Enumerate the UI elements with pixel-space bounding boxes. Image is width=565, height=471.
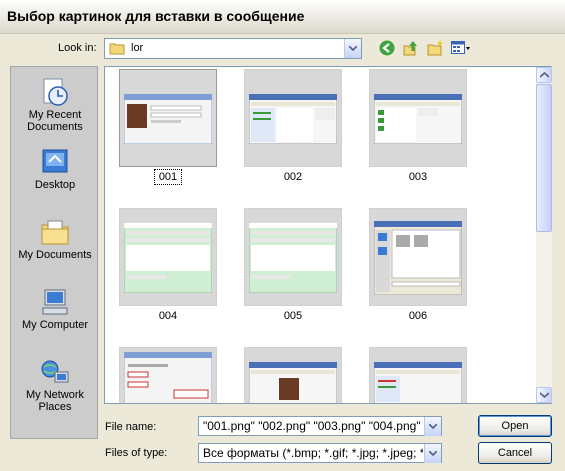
thumbnail-image [374, 221, 462, 295]
thumbnail-frame [244, 347, 342, 403]
thumbnail-frame [369, 208, 467, 306]
file-name-dropdown-button[interactable] [424, 417, 441, 436]
back-arrow-icon [379, 40, 395, 56]
new-folder-button[interactable] [424, 37, 446, 59]
window-title: Выбор картинок для вставки в сообщение [7, 8, 305, 24]
thumbnail-image [124, 352, 212, 403]
vertical-scrollbar[interactable] [536, 67, 552, 403]
file-name: 005 [283, 310, 303, 322]
look-in-dropdown-button[interactable] [344, 39, 361, 58]
place-my-recent-documents[interactable]: My Recent Documents [11, 73, 99, 141]
thumbnail-frame [119, 347, 217, 403]
views-menu-icon [451, 41, 470, 54]
places-bar: My Recent Documents Desktop My Documents… [10, 66, 98, 439]
file-type-label: Files of type: [105, 447, 168, 459]
place-desktop[interactable]: Desktop [11, 143, 99, 211]
thumbnail-frame [369, 347, 467, 403]
thumbnail-image [374, 362, 462, 403]
up-folder-button[interactable] [400, 37, 422, 59]
file-name: 003 [408, 171, 428, 183]
chevron-down-icon [349, 46, 357, 51]
place-my-network-places[interactable]: My Network Places [11, 353, 99, 421]
file-item-003[interactable]: 003 [369, 69, 467, 189]
file-type-dropdown[interactable]: Все форматы (*.bmp; *.gif; *.jpg; *.jpeg… [198, 443, 442, 463]
file-name: 004 [158, 310, 178, 322]
file-item-005[interactable]: 005 [244, 208, 342, 328]
thumbnail-image [124, 94, 212, 144]
recent-documents-icon [43, 78, 68, 106]
place-label: My Network Places [25, 389, 85, 413]
thumbnail-image [124, 223, 212, 293]
open-button[interactable]: Open [478, 415, 552, 437]
desktop-icon [42, 149, 68, 173]
place-label: My Computer [21, 319, 89, 331]
file-name-input[interactable]: "001.png" "002.png" "003.png" "004.png" … [198, 416, 442, 436]
title-bar[interactable]: Выбор картинок для вставки в сообщение [0, 0, 565, 34]
thumbnail-image [249, 94, 337, 144]
file-name-value: "001.png" "002.png" "003.png" "004.png" … [203, 419, 423, 433]
thumbnail-image [249, 223, 337, 293]
file-name: 001 [153, 169, 183, 185]
scroll-down-button[interactable] [536, 387, 552, 403]
file-item-007[interactable] [119, 347, 217, 403]
chevron-down-icon [429, 451, 437, 456]
thumbnail-frame [244, 208, 342, 306]
file-type-dropdown-button[interactable] [424, 444, 441, 463]
file-item-008[interactable] [244, 347, 342, 403]
file-item-004[interactable]: 004 [119, 208, 217, 328]
thumbnail-frame [119, 69, 217, 167]
place-my-computer[interactable]: My Computer [11, 283, 99, 351]
thumbnail-frame [369, 69, 467, 167]
look-in-dropdown[interactable]: lor [104, 38, 362, 59]
look-in-value: lor [131, 42, 144, 54]
file-name: 006 [408, 310, 428, 322]
network-places-icon [41, 360, 69, 383]
file-item-006[interactable]: 006 [369, 208, 467, 328]
thumbnail-image [374, 94, 462, 144]
look-in-label: Look in: [58, 42, 97, 54]
thumbnail-frame [119, 208, 217, 306]
place-label: Desktop [34, 179, 76, 191]
file-type-value: Все форматы (*.bmp; *.gif; *.jpg; *.jpeg… [203, 446, 423, 460]
file-item-002[interactable]: 002 [244, 69, 342, 189]
my-documents-icon [41, 220, 69, 245]
scroll-thumb[interactable] [536, 84, 552, 232]
new-folder-icon [427, 40, 443, 56]
file-name-label: File name: [105, 421, 157, 433]
chevron-up-icon [540, 72, 549, 78]
file-item-001[interactable]: 001 [119, 69, 217, 189]
file-name: 002 [283, 171, 303, 183]
up-folder-icon [403, 41, 417, 56]
place-my-documents[interactable]: My Documents [11, 213, 99, 281]
cancel-button[interactable]: Cancel [478, 442, 552, 464]
back-button[interactable] [376, 37, 398, 59]
file-item-009[interactable] [369, 347, 467, 403]
scroll-up-button[interactable] [536, 67, 552, 83]
thumbnail-image [249, 362, 337, 403]
chevron-down-icon [540, 392, 549, 398]
place-label: My Recent Documents [27, 109, 83, 133]
my-computer-icon [42, 289, 68, 315]
chevron-down-icon [429, 424, 437, 429]
file-thumbnail-view[interactable]: 001 002 003 004 005 006 [104, 66, 552, 404]
views-menu-button[interactable] [448, 37, 474, 59]
place-label: My Documents [18, 249, 92, 261]
thumbnail-frame [244, 69, 342, 167]
folder-icon [109, 43, 125, 55]
